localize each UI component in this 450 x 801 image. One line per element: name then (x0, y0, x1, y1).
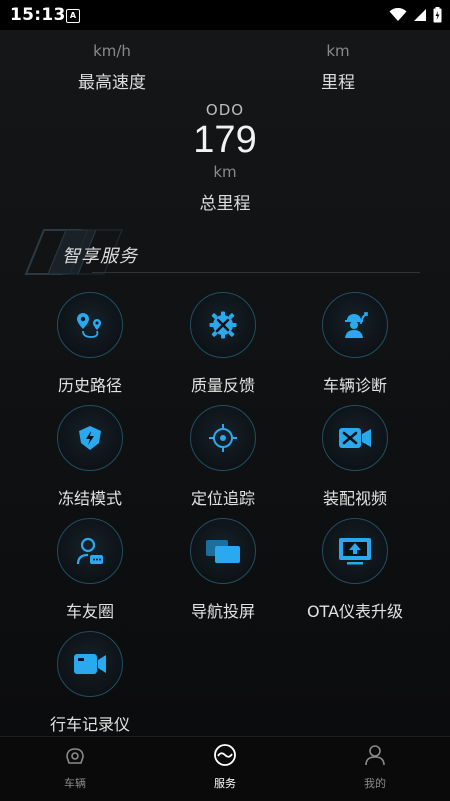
service-label: 装配视频 (322, 489, 387, 508)
nav-vehicle[interactable]: 车辆 (0, 743, 150, 791)
mileage-label: 里程 (321, 73, 355, 93)
crosshair-icon (209, 424, 237, 452)
service-assembly-video[interactable]: 装配视频 (295, 405, 415, 509)
shield-bolt-icon (79, 426, 101, 450)
service-label: 车辆诊断 (322, 376, 387, 395)
service-label: 车友圈 (65, 602, 114, 621)
service-car-friends[interactable]: 车友圈 (30, 518, 150, 622)
service-label: 定位追踪 (190, 489, 255, 508)
mileage-metric: km 里程 (288, 42, 388, 93)
notification-badge: A (66, 9, 80, 23)
user-icon (365, 745, 385, 766)
status-time: 15:13 (10, 5, 66, 25)
vehicle-icon (66, 748, 84, 764)
service-location-tracking[interactable]: 定位追踪 (163, 405, 283, 509)
odo-title: ODO (205, 101, 245, 119)
section-divider (92, 272, 420, 273)
nav-vehicle-label: 车辆 (64, 777, 86, 790)
tools-gear-icon (209, 311, 237, 339)
signal-icon (414, 9, 426, 21)
status-icons (389, 7, 442, 23)
max-speed-unit: km/h (93, 42, 131, 60)
upload-screen-icon (339, 538, 371, 565)
service-ota-upgrade[interactable]: OTA仪表升级 (295, 518, 415, 622)
service-freeze-mode[interactable]: 冻结模式 (30, 405, 150, 509)
service-icon (214, 744, 236, 766)
service-label: 冻结模式 (57, 489, 122, 508)
user-chat-icon (76, 537, 103, 565)
odo-value: 179 (193, 119, 257, 161)
service-quality-feedback[interactable]: 质量反馈 (163, 292, 283, 396)
nav-service-label: 服务 (214, 777, 236, 790)
service-history-route[interactable]: 历史路径 (30, 292, 150, 396)
status-bar: 15:13 A (0, 0, 450, 30)
max-speed-metric: km/h 最高速度 (62, 42, 162, 93)
service-label: 行车记录仪 (49, 715, 130, 734)
route-pin-icon (77, 313, 101, 338)
service-label: OTA仪表升级 (306, 602, 404, 621)
wifi-icon (389, 8, 407, 21)
service-dash-cam[interactable]: 行车记录仪 (30, 631, 150, 735)
tool-video-icon (339, 428, 371, 448)
video-camera-icon (74, 654, 106, 674)
service-label: 历史路径 (57, 376, 122, 395)
max-speed-label: 最高速度 (78, 73, 146, 93)
service-vehicle-diagnosis[interactable]: 车辆诊断 (295, 292, 415, 396)
odo-label: 总里程 (199, 194, 251, 214)
mileage-unit: km (326, 42, 350, 60)
bottom-nav: 车辆 服务 我的 (0, 736, 450, 801)
odo-unit: km (213, 163, 237, 181)
nav-mine-label: 我的 (364, 777, 386, 790)
service-label: 质量反馈 (190, 376, 255, 395)
main-content: km/h 最高速度 km 里程 ODO 179 km 总里程 智享服务 历史路径… (0, 30, 450, 736)
section-header: 智享服务 (22, 228, 422, 276)
service-navigation-cast[interactable]: 导航投屏 (163, 518, 283, 622)
odo-metric: ODO 179 km 总里程 (165, 101, 285, 214)
screen-cast-icon (206, 540, 240, 563)
service-label: 导航投屏 (190, 602, 255, 621)
section-title: 智享服务 (62, 246, 138, 267)
mechanic-icon (345, 312, 368, 338)
battery-icon (433, 7, 442, 23)
nav-service[interactable]: 服务 (150, 743, 300, 791)
nav-mine[interactable]: 我的 (300, 743, 450, 791)
